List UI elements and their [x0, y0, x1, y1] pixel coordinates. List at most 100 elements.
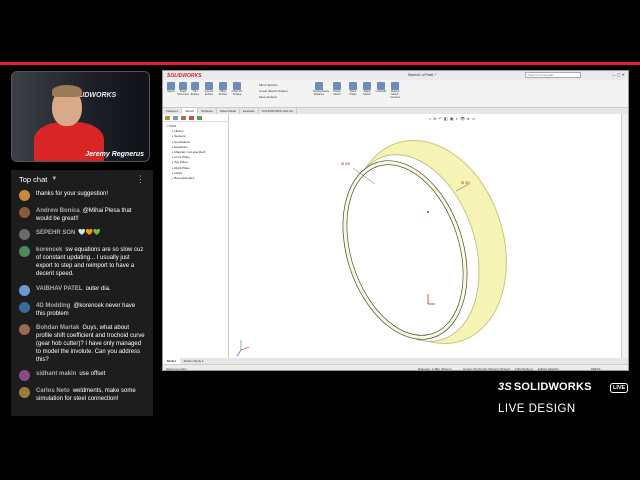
tool-icon	[333, 82, 341, 90]
ribbon-button[interactable]: Rapid Sketch	[361, 82, 373, 96]
avatar[interactable]	[19, 190, 30, 201]
feature-manager-tabs[interactable]	[163, 114, 228, 122]
ribbon-button[interactable]: Trim Entities	[189, 82, 201, 96]
feature-tree-label: Annotations	[174, 139, 191, 144]
display-manager-icon[interactable]	[197, 116, 202, 120]
feature-tree-label: Origin	[174, 170, 183, 175]
chat-text: use offset	[79, 371, 106, 378]
avatar[interactable]	[19, 387, 30, 399]
avatar[interactable]	[19, 323, 30, 335]
chat-message-body: 4D Modding @korencek never have this prob…	[36, 302, 145, 318]
chat-header[interactable]: Top chat ▼ ⋮	[11, 170, 153, 188]
feature-tree-label: Material <not specified>	[174, 150, 207, 155]
avatar[interactable]	[19, 284, 30, 296]
ribbon-button[interactable]: Display/Delete Relations	[313, 82, 329, 96]
feature-tree-label: History	[174, 129, 184, 134]
dimension-outer[interactable]: Ø 68	[341, 161, 350, 166]
chat-message-body: VAIBHAV PATEL outer dia.	[36, 285, 111, 296]
more-options-icon[interactable]: ⋮	[136, 174, 145, 185]
window-controls[interactable]: — ▢ ✕	[612, 72, 625, 77]
triad-z-axis	[236, 349, 242, 357]
tool-icon	[167, 82, 175, 90]
ribbon-button[interactable]: Shaded Sketch Contours	[389, 82, 401, 98]
feature-tree-label: Boss-Extrude1	[174, 176, 195, 181]
status-editing: Editing Sketch1	[538, 367, 559, 371]
dim-xpert-icon[interactable]	[189, 116, 194, 120]
chat-author[interactable]: Andrew Bonica	[36, 208, 80, 214]
ribbon-button[interactable]: Smart Dimension	[177, 82, 189, 96]
chat-text: outer dia.	[85, 285, 111, 292]
ribbon-button-label: Smart Dimension	[177, 90, 189, 96]
chat-author[interactable]: Carlos Neto	[36, 388, 70, 394]
chat-author[interactable]: korencek	[36, 247, 62, 253]
feature-tree-icon[interactable]	[165, 116, 170, 120]
tool-icon	[205, 82, 213, 90]
ribbon-small-command[interactable]: Mirror Entities	[259, 83, 278, 87]
graphics-viewport[interactable]: ⌕ ⊕ ↶ ◧ ▣ ◐ 👁 ● ▭ Ø 68 Ø 50	[229, 114, 623, 364]
ribbon-button[interactable]: Repair Sketch	[331, 82, 343, 96]
tool-icon	[363, 82, 371, 90]
chat-author[interactable]: 4D Modding	[36, 303, 70, 309]
ribbon-button[interactable]: Convert Entities	[203, 82, 215, 96]
feature-tree-label: Right Plane	[174, 165, 190, 170]
ribbon-small-command[interactable]: Linear Sketch Pattern	[259, 89, 288, 93]
avatar[interactable]	[19, 229, 30, 241]
webcam-feed: SOLIDWORKS Jeremy Regnerus	[11, 71, 150, 162]
property-manager-icon[interactable]	[173, 116, 178, 120]
ribbon-button-label: Offset On Surface	[231, 90, 243, 96]
avatar[interactable]	[19, 246, 30, 258]
solidworks-logo-text: SOLIDWORKS	[513, 381, 592, 393]
chat-message: Carlos Neto weldments, make some simulati…	[11, 385, 153, 407]
command-manager-ribbon: Sketch Smart Dimension Trim Entities Conver…	[163, 80, 628, 108]
triad-x-axis	[240, 346, 250, 351]
feature-tree: ▾ Part1 ▸ History ▸ Sensors ▸ Annotations ▸ …	[163, 122, 228, 183]
ribbon-button-label: Trim Entities	[190, 90, 200, 96]
task-pane[interactable]	[621, 114, 628, 364]
tool-icon	[315, 82, 323, 90]
chevron-down-icon[interactable]: ▼	[51, 176, 57, 182]
chat-message: SEPEHR SON 🤍🧡💚	[11, 227, 153, 244]
ribbon-button[interactable]: Instant2D	[375, 82, 387, 96]
chat-author[interactable]: Bohdan Martak	[36, 325, 79, 331]
chat-author[interactable]: sidhant makin	[36, 371, 76, 377]
ribbon-button[interactable]: Quick Snaps	[347, 82, 359, 96]
sketch-origin-point[interactable]	[427, 211, 429, 213]
avatar[interactable]	[19, 301, 30, 313]
status-units[interactable]: MMGS	[591, 367, 600, 370]
ribbon-button-label: Offset Entities	[218, 90, 228, 96]
ribbon-button[interactable]: Offset Entities	[217, 82, 229, 96]
chat-author[interactable]: VAIBHAV PATEL	[36, 286, 83, 292]
chat-message-body: Bohdan Martak Guys, what about profile sh…	[36, 324, 145, 364]
avatar[interactable]	[19, 370, 30, 382]
branding: 3S SOLIDWORKS LIVE LIVE DESIGN	[498, 381, 629, 421]
app-logo[interactable]: SOLIDWORKS	[167, 73, 201, 79]
status-state: Fully Defined	[515, 367, 533, 371]
chat-message-list: thanks for your suggestion! Andrew Bonica…	[11, 188, 153, 407]
chat-text: 🤍🧡💚	[78, 230, 101, 237]
tool-icon	[233, 82, 241, 90]
chat-message-body: korencek sw equations are so slow cuz of …	[36, 246, 145, 278]
live-chat-panel: Top chat ▼ ⋮ thanks for your suggestion!…	[11, 170, 153, 416]
config-manager-icon[interactable]	[181, 116, 186, 120]
search-input[interactable]: Search Commands	[525, 72, 581, 78]
dimension-inner[interactable]: Ø 50	[461, 180, 470, 185]
ribbon-button[interactable]: Sketch	[165, 82, 177, 96]
chat-message-body: SEPEHR SON 🤍🧡💚	[36, 229, 101, 240]
chat-message-body: Carlos Neto weldments, make some simulati…	[36, 387, 145, 403]
ring-model[interactable]	[229, 114, 623, 364]
chat-author[interactable]: SEPEHR SON	[36, 230, 75, 236]
stream-frame: SOLIDWORKS Jeremy Regnerus Top chat ▼ ⋮ …	[0, 0, 640, 480]
tool-icon	[349, 82, 357, 90]
ribbon-button-label: Rapid Sketch	[363, 90, 371, 96]
presenter-name: Jeremy Regnerus	[85, 151, 144, 158]
red-accent-bar	[0, 62, 640, 65]
ribbon-button[interactable]: Offset On Surface	[231, 82, 243, 96]
chat-message-body: sidhant makin use offset	[36, 370, 105, 381]
live-badge: LIVE	[610, 383, 629, 393]
document-title: Sketch1 of Part1 *	[408, 73, 437, 77]
ribbon-small-command[interactable]: Move Entities	[259, 95, 277, 99]
feature-tree-item[interactable]: ▸ Boss-Extrude1	[167, 176, 224, 181]
avatar[interactable]	[19, 207, 30, 218]
status-prompt: Select an entity	[166, 367, 187, 371]
tool-icon	[377, 82, 385, 90]
